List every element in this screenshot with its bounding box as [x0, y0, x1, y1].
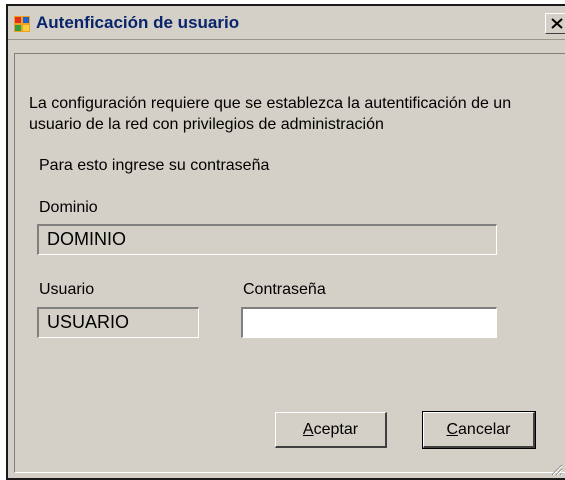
resize-grip-icon[interactable] [549, 462, 563, 476]
window-title: Autenficación de usuario [36, 13, 240, 32]
close-button[interactable] [545, 13, 565, 34]
cancel-label: ancelar [458, 421, 511, 438]
domain-field[interactable]: DOMINIO [37, 224, 497, 255]
close-icon [551, 18, 563, 29]
dialog-body: La configuración requiere que se estable… [14, 53, 565, 473]
password-field[interactable] [241, 307, 497, 338]
accept-label: ceptar [313, 421, 359, 438]
instruction-text: Para esto ingrese su contraseña [39, 157, 270, 174]
accept-mnemonic: A [302, 421, 314, 438]
domain-label: Dominio [39, 199, 98, 216]
user-field[interactable]: USUARIO [37, 307, 199, 338]
user-label: Usuario [39, 281, 95, 298]
description-text: La configuración requiere que se estable… [29, 95, 512, 133]
app-window-icon [14, 16, 30, 32]
cancel-mnemonic: C [446, 421, 459, 438]
cancel-button[interactable]: Cancelar [422, 411, 536, 449]
dialog-window: Autenficación de usuario La configuració… [6, 4, 565, 480]
title-bar[interactable]: Autenficación de usuario [8, 6, 565, 40]
accept-button[interactable]: Aceptar [275, 412, 387, 448]
password-label: Contraseña [243, 281, 326, 298]
